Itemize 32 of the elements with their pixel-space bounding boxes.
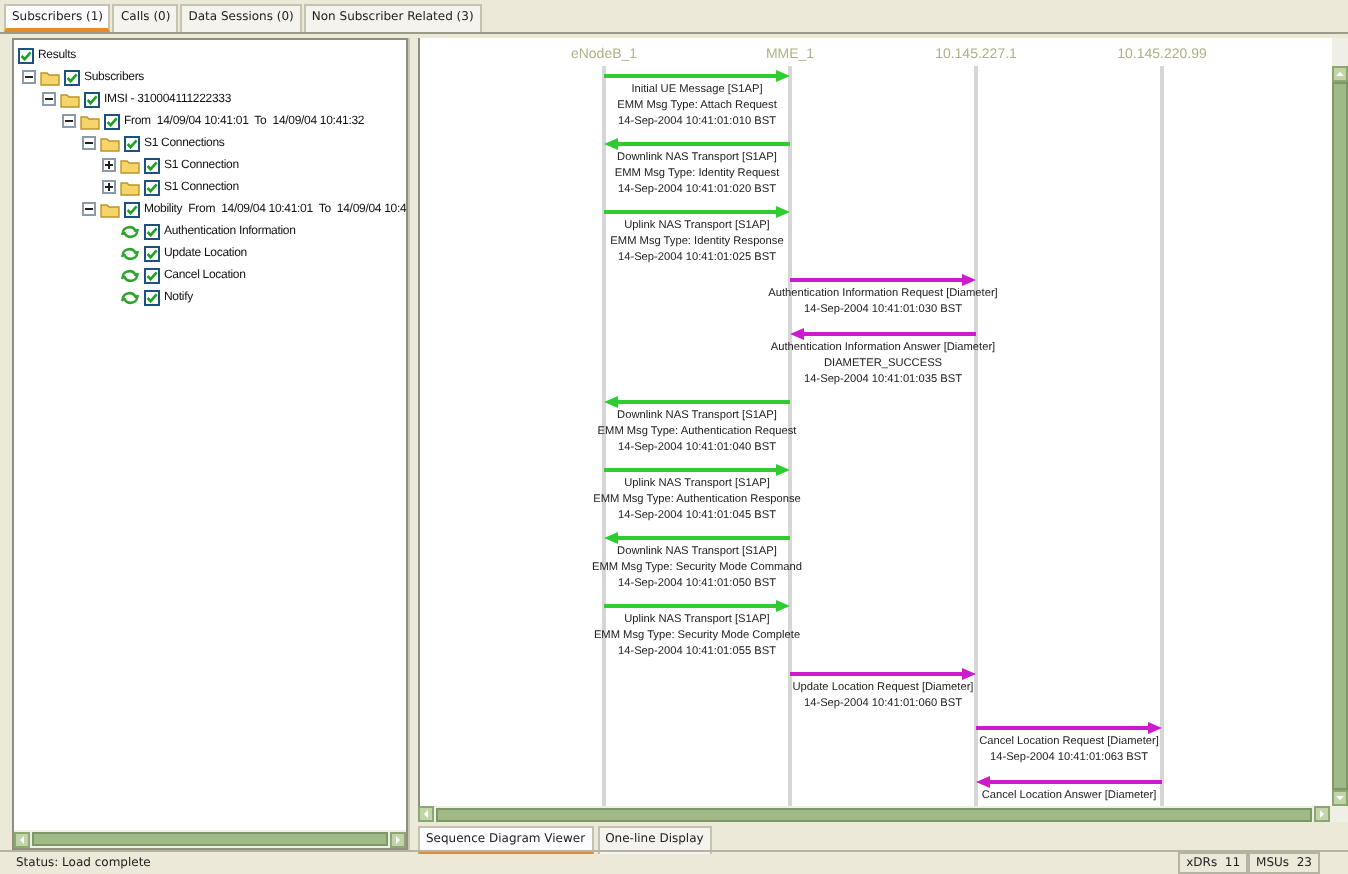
cycle-arrows-icon [120, 223, 140, 239]
tree-toggle[interactable] [82, 136, 96, 150]
scroll-left-button[interactable] [418, 806, 434, 822]
checkbox[interactable] [104, 113, 120, 129]
checkbox[interactable] [144, 245, 160, 261]
cycle-arrows-icon [120, 267, 140, 283]
scroll-right-button[interactable] [1314, 806, 1330, 822]
tree-toggle[interactable] [102, 180, 116, 194]
scroll-down-button[interactable] [1332, 790, 1348, 806]
checkbox[interactable] [64, 69, 80, 85]
scroll-thumb[interactable] [436, 807, 1312, 821]
checkbox[interactable] [144, 267, 160, 283]
tree-toggle[interactable] [82, 202, 96, 216]
tree-toggle[interactable] [42, 92, 56, 106]
cycle-arrows-icon [120, 245, 140, 261]
checkbox[interactable] [144, 157, 160, 173]
checkbox[interactable] [124, 201, 140, 217]
scroll-left-button[interactable] [14, 831, 30, 847]
horizontal-scrollbar[interactable] [14, 830, 407, 848]
checkbox[interactable] [144, 289, 160, 305]
cycle-arrows-icon [120, 289, 140, 305]
tree-toggle[interactable] [102, 158, 116, 172]
tree-toggle[interactable] [62, 114, 76, 128]
checkbox[interactable] [144, 223, 160, 239]
scroll-up-button[interactable] [1332, 66, 1348, 82]
checkbox[interactable] [18, 47, 34, 63]
checkbox[interactable] [84, 91, 100, 107]
tree-toggle[interactable] [22, 70, 36, 84]
checkbox[interactable] [144, 179, 160, 195]
scroll-right-button[interactable] [390, 831, 407, 847]
scroll-thumb[interactable] [32, 832, 389, 846]
checkbox[interactable] [124, 135, 140, 151]
